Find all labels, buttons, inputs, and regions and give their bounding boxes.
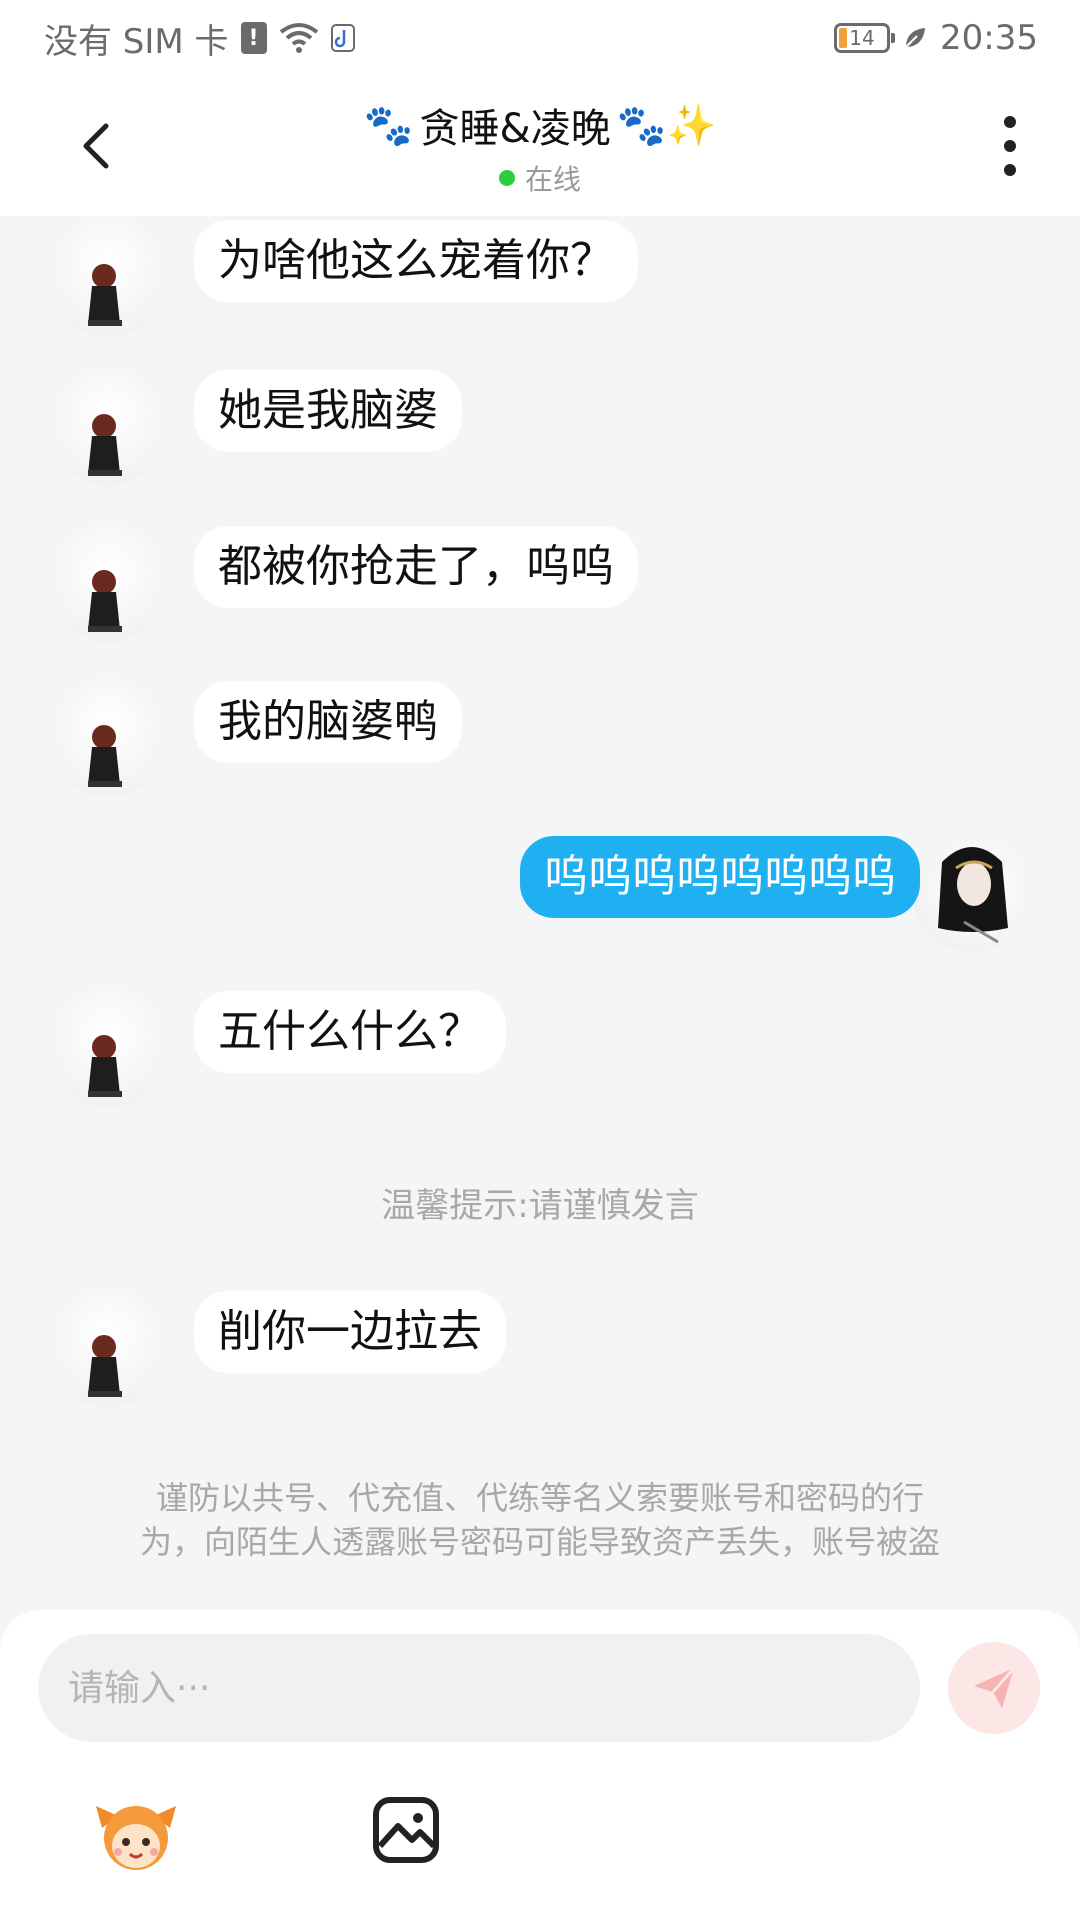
more-dot — [1004, 140, 1016, 152]
clock: 20:35 — [940, 18, 1038, 58]
battery-icon: 14 — [834, 23, 896, 53]
message-bubble[interactable]: 五什么什么？ — [194, 991, 506, 1073]
presence-status: 在线 — [0, 158, 1080, 198]
message-bubble[interactable]: 都被你抢走了，呜呜 — [194, 526, 638, 608]
more-dot — [1004, 164, 1016, 176]
send-icon — [974, 1667, 1016, 1708]
presence-label: 在线 — [524, 163, 581, 196]
contact-avatar[interactable] — [48, 522, 168, 642]
message-row: 为啥他这么宠着你？ — [0, 216, 1080, 346]
avatar-figure-icon — [88, 414, 122, 476]
status-bar-left: 没有 SIM 卡 ! — [44, 14, 355, 63]
contact-avatar[interactable] — [48, 987, 168, 1107]
system-tip: 温馨提示:请谨慎发言 — [381, 1186, 699, 1226]
message-bubble[interactable]: 她是我脑婆 — [194, 370, 462, 452]
message-row: 我的脑婆鸭 — [0, 677, 1080, 807]
battery-level: 14 — [849, 26, 875, 50]
wifi-icon — [279, 23, 318, 53]
send-button[interactable] — [948, 1642, 1040, 1734]
message-row: 呜呜呜呜呜呜呜呜 — [0, 832, 1080, 962]
avatar-figure-icon — [88, 1335, 122, 1397]
status-bar: 没有 SIM 卡 ! 14 20:35 — [0, 0, 1080, 76]
sim-alert-icon: ! — [240, 22, 267, 54]
contact-avatar[interactable] — [48, 216, 168, 336]
leaf-icon — [905, 28, 926, 48]
contact-avatar[interactable] — [48, 1287, 168, 1407]
tiktok-icon — [330, 24, 355, 52]
more-options-button[interactable] — [998, 116, 1022, 176]
chat-title-text: 贪睡&凌晚 — [419, 106, 611, 152]
chat-title: 🐾 贪睡&凌晚 🐾✨ — [364, 96, 717, 154]
message-row: 削你一边拉去 — [0, 1287, 1080, 1417]
chat-messages[interactable]: 为啥他这么宠着你？ 她是我脑婆 都被你抢走了，呜呜 我的脑婆鸭 呜呜呜呜呜呜呜呜… — [0, 216, 1080, 1610]
message-bubble[interactable]: 呜呜呜呜呜呜呜呜 — [520, 836, 920, 918]
chat-header: 🐾 贪睡&凌晚 🐾✨ 在线 — [0, 76, 1080, 216]
status-bar-right: 14 20:35 — [834, 18, 1038, 58]
carrier-label: 没有 SIM 卡 — [44, 21, 229, 62]
message-bubble[interactable]: 为啥他这么宠着你？ — [194, 220, 638, 302]
chat-title-block: 🐾 贪睡&凌晚 🐾✨ 在线 — [0, 96, 1080, 198]
message-bubble[interactable]: 削你一边拉去 — [194, 1291, 506, 1373]
input-panel — [0, 1610, 1080, 1920]
message-row: 都被你抢走了，呜呜 — [0, 522, 1080, 652]
online-dot-icon — [498, 170, 515, 186]
emoji-mascot-icon[interactable] — [92, 1794, 180, 1874]
safety-tip: 谨防以共号、代充值、代练等名义索要账号和密码的行 为，向陌生人透露账号密码可能导… — [80, 1476, 1000, 1564]
avatar-figure-icon — [88, 725, 122, 787]
avatar-figure-icon — [88, 264, 122, 326]
safety-tip-line: 谨防以共号、代充值、代练等名义索要账号和密码的行 — [155, 1479, 924, 1517]
contact-avatar[interactable] — [48, 366, 168, 486]
message-bubble[interactable]: 我的脑婆鸭 — [194, 681, 462, 763]
message-row: 她是我脑婆 — [0, 366, 1080, 496]
message-row: 五什么什么？ — [0, 987, 1080, 1117]
more-dot — [1004, 116, 1016, 128]
paw-sparkle-icon: 🐾✨ — [616, 102, 717, 149]
paw-icon: 🐾 — [363, 102, 414, 149]
message-input[interactable] — [38, 1634, 920, 1742]
avatar-figure-icon — [88, 570, 122, 632]
contact-avatar[interactable] — [48, 677, 168, 797]
avatar-figure-icon — [88, 1035, 122, 1097]
avatar-girl-icon — [938, 847, 1008, 944]
my-avatar[interactable] — [912, 832, 1032, 952]
safety-tip-line: 为，向陌生人透露账号密码可能导致资产丢失，账号被盗 — [139, 1523, 940, 1561]
image-icon[interactable] — [372, 1796, 440, 1864]
